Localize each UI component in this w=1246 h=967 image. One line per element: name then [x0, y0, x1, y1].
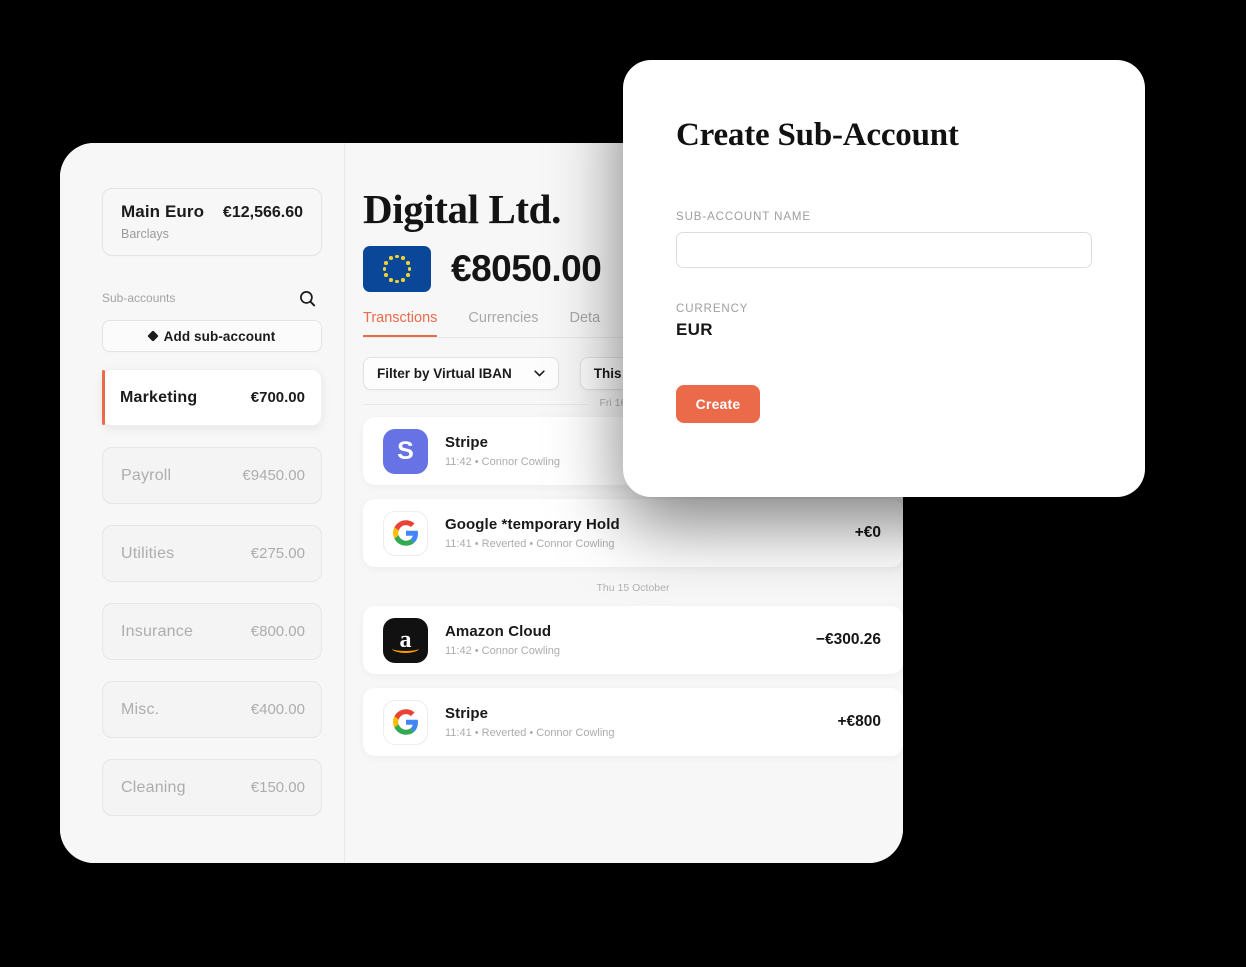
- sub-account-balance: €150.00: [250, 779, 305, 796]
- main-account-bank: Barclays: [121, 227, 169, 241]
- create-button[interactable]: Create: [676, 385, 760, 423]
- google-logo-icon: [383, 699, 428, 745]
- tab-transactions[interactable]: Transctions: [363, 310, 438, 337]
- tab-details[interactable]: Deta: [570, 310, 601, 337]
- search-icon[interactable]: [296, 287, 318, 309]
- transaction-merchant: Stripe: [445, 705, 489, 722]
- sub-account-item-payroll[interactable]: Payroll €9450.00: [102, 447, 322, 504]
- screenshot-root: Main Euro €12,566.60 Barclays Sub-accoun…: [0, 0, 1246, 967]
- transaction-meta: 11:41 • Reverted • Connor Cowling: [445, 727, 615, 739]
- currency-label: CURRENCY: [676, 303, 749, 315]
- sub-account-list: Marketing €700.00 Payroll €9450.00 Utili…: [102, 369, 322, 816]
- sub-account-balance: €800.00: [250, 623, 305, 640]
- sub-account-name: Utilities: [121, 544, 175, 562]
- add-sub-account-button[interactable]: Add sub-account: [102, 320, 322, 352]
- add-sub-account-label: Add sub-account: [163, 328, 276, 344]
- filter-virtual-iban-select[interactable]: Filter by Virtual IBAN: [363, 357, 559, 390]
- currency-value: EUR: [676, 320, 713, 339]
- sub-account-item-misc[interactable]: Misc. €400.00: [102, 681, 322, 738]
- transaction-details: Stripe 11:41 • Reverted • Connor Cowling: [445, 705, 820, 739]
- main-account-row: Main Euro €12,566.60: [121, 202, 303, 222]
- transaction-amount: −€300.26: [815, 631, 881, 648]
- main-account-balance: €12,566.60: [222, 204, 303, 221]
- transaction-list-15-october: a Amazon Cloud 11:42 • Connor Cowling −€…: [363, 606, 903, 756]
- amazon-smile-icon: [392, 644, 419, 653]
- date-separator-15-october: Thu 15 October: [363, 582, 903, 594]
- sub-account-name: Misc.: [121, 700, 160, 718]
- main-account-card[interactable]: Main Euro €12,566.60 Barclays: [102, 188, 322, 256]
- sub-account-item-insurance[interactable]: Insurance €800.00: [102, 603, 322, 660]
- date-separator-label: Thu 15 October: [584, 582, 682, 594]
- sub-account-name: Payroll: [121, 466, 172, 484]
- sub-accounts-label: Sub-accounts: [102, 291, 176, 305]
- create-sub-account-dialog: Create Sub-Account SUB-ACCOUNT NAME CURR…: [623, 60, 1145, 497]
- dialog-title: Create Sub-Account: [676, 117, 959, 153]
- tab-currencies[interactable]: Currencies: [468, 310, 538, 337]
- sub-account-name-input[interactable]: [676, 232, 1092, 268]
- sub-account-balance: €700.00: [250, 389, 305, 406]
- sub-account-balance: €400.00: [250, 701, 305, 718]
- diamond-plus-icon: [146, 330, 159, 342]
- transaction-amount: +€0: [854, 524, 881, 541]
- sub-account-item-cleaning[interactable]: Cleaning €150.00: [102, 759, 322, 816]
- transaction-meta: 11:42 • Connor Cowling: [445, 645, 560, 657]
- filter-virtual-iban-label: Filter by Virtual IBAN: [377, 366, 512, 381]
- google-logo-icon: [383, 510, 428, 556]
- sub-account-name: Marketing: [120, 388, 198, 406]
- transaction-details: Google *temporary Hold 11:41 • Reverted …: [445, 516, 838, 550]
- transaction-merchant: Google *temporary Hold: [445, 516, 620, 533]
- sub-account-balance: €9450.00: [242, 467, 305, 484]
- chevron-down-icon: [534, 370, 545, 377]
- sidebar: Main Euro €12,566.60 Barclays Sub-accoun…: [60, 143, 345, 863]
- sub-account-name: Cleaning: [121, 778, 186, 796]
- sub-account-name-label: SUB-ACCOUNT NAME: [676, 211, 811, 223]
- main-account-name: Main Euro: [121, 202, 205, 221]
- eu-flag-icon: [363, 246, 431, 292]
- stripe-logo-icon: S: [383, 428, 428, 474]
- table-row[interactable]: a Amazon Cloud 11:42 • Connor Cowling −€…: [363, 606, 903, 674]
- transaction-amount: +€800: [837, 713, 881, 730]
- transaction-meta: 11:41 • Reverted • Connor Cowling: [445, 538, 615, 550]
- sub-account-balance: €275.00: [250, 545, 305, 562]
- sub-account-name: Insurance: [121, 622, 194, 640]
- table-row[interactable]: Google *temporary Hold 11:41 • Reverted …: [363, 499, 903, 567]
- filter-period-label: This: [593, 366, 622, 381]
- amazon-logo-icon: a: [383, 617, 428, 663]
- transaction-merchant: Amazon Cloud: [445, 623, 552, 640]
- table-row[interactable]: Stripe 11:41 • Reverted • Connor Cowling…: [363, 688, 903, 756]
- account-balance: €8050.00: [451, 248, 602, 289]
- sub-account-item-utilities[interactable]: Utilities €275.00: [102, 525, 322, 582]
- transaction-details: Amazon Cloud 11:42 • Connor Cowling: [445, 623, 799, 657]
- sub-accounts-header: Sub-accounts: [102, 287, 322, 309]
- sub-account-item-marketing[interactable]: Marketing €700.00: [102, 369, 322, 426]
